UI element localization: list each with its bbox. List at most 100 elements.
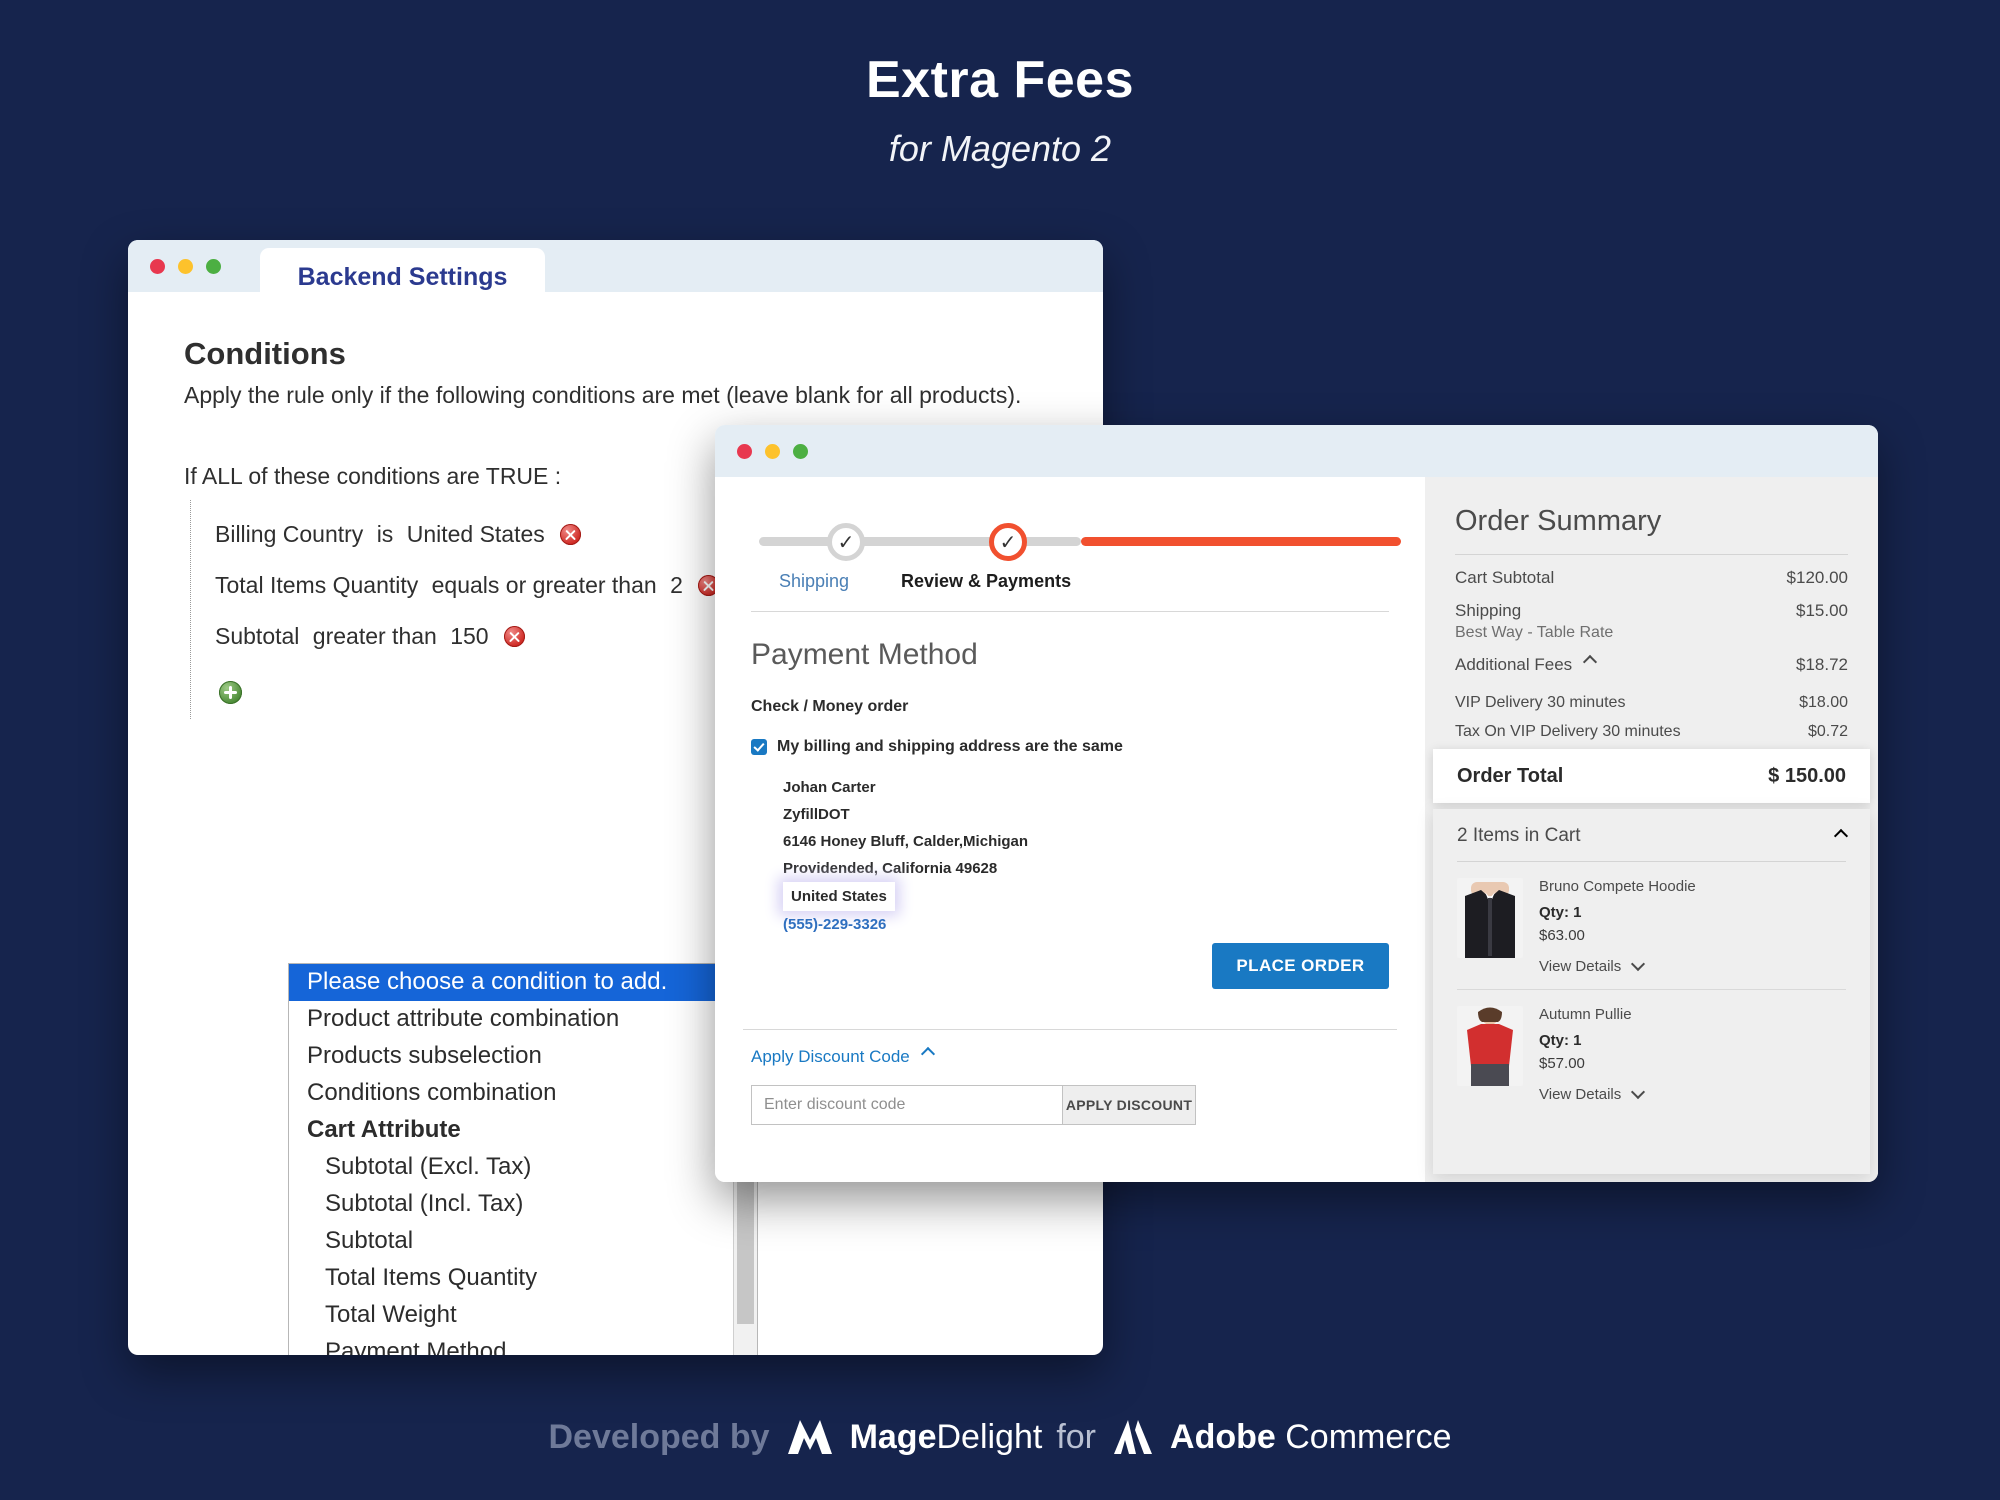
condition-operator[interactable]: equals or greater than <box>432 572 657 598</box>
product-name: Bruno Compete Hoodie <box>1539 878 1696 895</box>
maximize-window-dot[interactable] <box>793 444 808 459</box>
divider <box>743 1029 1397 1030</box>
apply-discount-label: Apply Discount Code <box>751 1047 910 1066</box>
product-qty: Qty: 1 <box>1539 904 1582 921</box>
check-icon: ✓ <box>837 531 855 554</box>
listbox-option[interactable]: Conditions combination <box>289 1075 733 1112</box>
condition-attribute[interactable]: Subtotal <box>215 623 299 649</box>
maximize-window-dot[interactable] <box>206 259 221 274</box>
summary-row-shipping: Shipping $15.00 <box>1455 588 1848 621</box>
apply-discount-button[interactable]: APPLY DISCOUNT <box>1063 1085 1196 1125</box>
conditions-heading: Conditions <box>184 336 346 371</box>
view-details-label: View Details <box>1539 1086 1622 1103</box>
address-name: Johan Carter <box>783 779 876 796</box>
listbox-group-label: Cart Attribute <box>307 1116 461 1143</box>
summary-label: Shipping <box>1455 601 1522 620</box>
page-subtitle: for Magento 2 <box>888 128 1112 169</box>
developed-by-label: Developed by <box>548 1417 770 1456</box>
checkout-main: ✓ ✓ Shipping Review & Payments Payment M… <box>715 477 1425 1182</box>
pullie-image <box>1457 1006 1523 1086</box>
window-titlebar <box>715 425 1878 477</box>
listbox-option[interactable]: Total Items Quantity <box>289 1260 733 1297</box>
condition-operator[interactable]: is <box>377 521 394 547</box>
view-details-toggle[interactable]: View Details <box>1539 956 1846 975</box>
apply-discount-toggle[interactable]: Apply Discount Code <box>751 1046 935 1067</box>
address-company: ZyfillDOT <box>783 806 850 823</box>
listbox-option[interactable]: Subtotal (Excl. Tax) <box>289 1149 733 1186</box>
checkbox-icon[interactable] <box>751 739 767 755</box>
progress-track-active <box>1081 537 1401 546</box>
summary-value: $15.00 <box>1796 601 1848 620</box>
checkout-window: ✓ ✓ Shipping Review & Payments Payment M… <box>715 425 1878 1182</box>
window-controls[interactable] <box>150 259 221 274</box>
summary-row-additional-fees[interactable]: Additional Fees $18.72 <box>1455 642 1848 675</box>
condition-attribute[interactable]: Billing Country <box>215 521 363 547</box>
order-total-label: Order Total <box>1457 764 1564 787</box>
chevron-down-icon[interactable] <box>1631 1084 1646 1100</box>
billing-same-label: My billing and shipping address are the … <box>777 738 1123 755</box>
step-node-review-payments[interactable]: ✓ <box>989 523 1027 561</box>
close-window-dot[interactable] <box>150 259 165 274</box>
adobe-commerce-brand: Adobe Commerce <box>1170 1417 1452 1456</box>
window-controls[interactable] <box>737 444 808 459</box>
chevron-down-icon[interactable] <box>1631 956 1646 972</box>
listbox-option[interactable]: Products subselection <box>289 1038 733 1075</box>
condition-attribute[interactable]: Total Items Quantity <box>215 572 418 598</box>
minimize-window-dot[interactable] <box>178 259 193 274</box>
listbox-option[interactable]: Payment Method <box>289 1334 733 1355</box>
summary-value: $120.00 <box>1786 568 1848 587</box>
condition-value[interactable]: 2 <box>670 572 683 598</box>
step-label-shipping[interactable]: Shipping <box>779 571 849 592</box>
delete-circle-icon[interactable] <box>503 626 525 647</box>
address-phone[interactable]: (555)-229-3326 <box>783 911 1389 938</box>
checkout-progress-stepper: ✓ ✓ Shipping Review & Payments <box>751 511 1401 592</box>
chevron-up-icon[interactable] <box>1833 828 1849 844</box>
condition-value[interactable]: United States <box>407 521 545 547</box>
fee-row: VIP Delivery 30 minutes $18.00 <box>1455 683 1848 712</box>
discount-form: Enter discount code APPLY DISCOUNT <box>751 1085 1196 1125</box>
listbox-option[interactable]: Subtotal (Incl. Tax) <box>289 1186 733 1223</box>
address-street: 6146 Honey Bluff, Calder,Michigan <box>783 833 1029 850</box>
listbox-option[interactable]: Subtotal <box>289 1223 733 1260</box>
discount-code-input[interactable]: Enter discount code <box>751 1085 1063 1125</box>
step-label-review-payments[interactable]: Review & Payments <box>901 571 1071 592</box>
listbox-option[interactable]: Total Weight <box>289 1297 733 1334</box>
listbox-option-selected[interactable]: Please choose a condition to add. <box>289 964 733 1001</box>
fee-value: $18.00 <box>1799 694 1848 711</box>
window-titlebar: Backend Settings <box>128 240 1103 306</box>
view-details-toggle[interactable]: View Details <box>1539 1084 1846 1103</box>
listbox-options: Please choose a condition to add. Produc… <box>289 964 733 1355</box>
additional-fees-value: $18.72 <box>1796 655 1848 674</box>
aggregator-prefix[interactable]: If ALL <box>184 463 242 489</box>
additional-fees-label: Additional Fees <box>1455 655 1573 674</box>
product-info: Autumn Pullie Qty: 1 $57.00 View Details <box>1539 1006 1846 1103</box>
plus-circle-icon[interactable] <box>219 681 242 704</box>
progress-track <box>759 537 1081 546</box>
condition-operator[interactable]: greater than <box>313 623 437 649</box>
condition-value[interactable]: 150 <box>450 623 488 649</box>
for-label: for <box>1056 1417 1097 1456</box>
product-price: $57.00 <box>1539 1055 1585 1072</box>
product-thumbnail <box>1457 1006 1523 1086</box>
product-price: $63.00 <box>1539 927 1585 944</box>
chevron-up-icon <box>920 1046 935 1062</box>
minimize-window-dot[interactable] <box>765 444 780 459</box>
condition-select-listbox[interactable]: Please choose a condition to add. Produc… <box>288 963 758 1355</box>
product-thumbnail <box>1457 878 1523 958</box>
place-order-button[interactable]: PLACE ORDER <box>1212 943 1389 989</box>
delete-circle-icon[interactable] <box>560 524 582 545</box>
listbox-option[interactable]: Product attribute combination <box>289 1001 733 1038</box>
product-qty: Qty: 1 <box>1539 1032 1582 1049</box>
billing-address: Johan Carter ZyfillDOT 6146 Honey Bluff,… <box>783 774 1389 938</box>
divider <box>751 611 1389 612</box>
list-item: Bruno Compete Hoodie Qty: 1 $63.00 View … <box>1457 862 1846 990</box>
view-details-label: View Details <box>1539 958 1622 975</box>
shipping-method-name: Best Way - Table Rate <box>1455 624 1614 641</box>
step-node-shipping[interactable]: ✓ <box>827 523 865 561</box>
close-window-dot[interactable] <box>737 444 752 459</box>
adobe-logo-icon <box>1114 1420 1153 1454</box>
chevron-up-icon[interactable] <box>1582 654 1597 670</box>
billing-same-as-shipping-checkbox[interactable]: My billing and shipping address are the … <box>751 738 1389 756</box>
cart-items-header[interactable]: 2 Items in Cart <box>1457 809 1849 862</box>
summary-row-cart-subtotal: Cart Subtotal $120.00 <box>1455 555 1848 588</box>
